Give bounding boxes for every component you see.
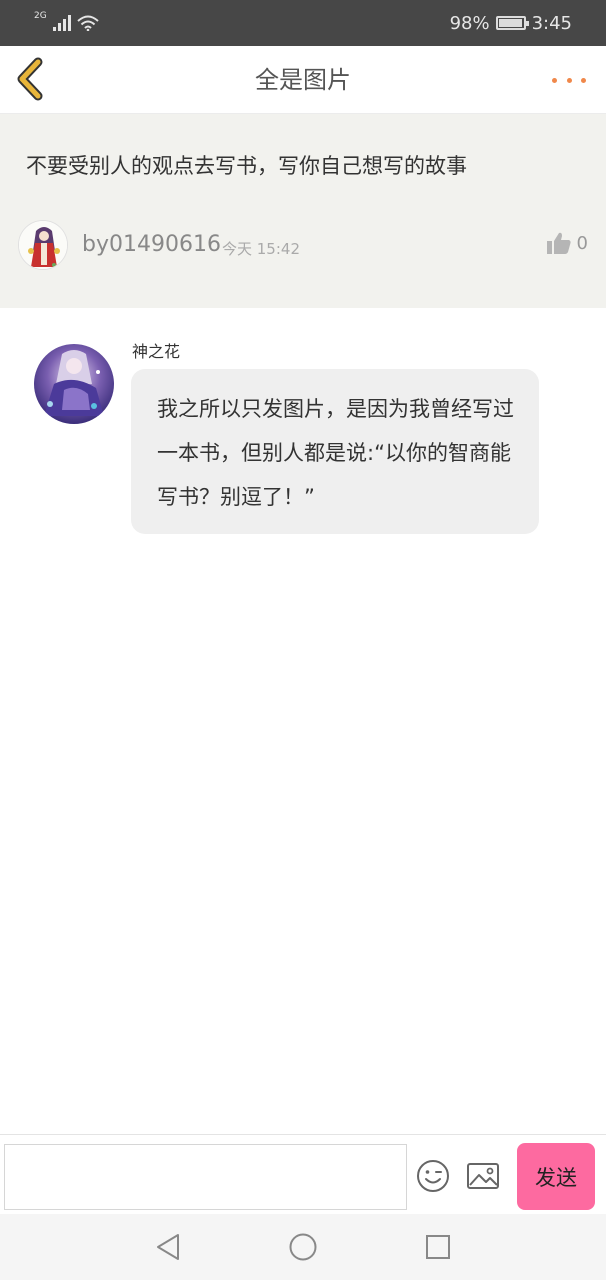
avatar-illustration bbox=[19, 221, 67, 269]
more-options-button[interactable] bbox=[552, 70, 586, 90]
battery-fill bbox=[498, 19, 523, 27]
message-input-bar: 发送 bbox=[0, 1134, 606, 1214]
network-type: 2G bbox=[34, 11, 47, 21]
more-dots-icon bbox=[566, 77, 572, 83]
wifi-icon bbox=[77, 15, 99, 31]
post-author-name[interactable]: by01490616 bbox=[82, 232, 221, 257]
nav-back-icon bbox=[157, 1234, 179, 1260]
battery-percent: 98% bbox=[449, 12, 490, 34]
page-title: 全是图片 bbox=[255, 66, 351, 94]
post-timestamp: 今天 15:42 bbox=[222, 240, 300, 258]
more-dots-icon bbox=[581, 77, 586, 83]
commenter-name[interactable]: 神之花 bbox=[132, 338, 180, 362]
like-count: 0 bbox=[576, 232, 588, 254]
system-nav-bar bbox=[0, 1214, 606, 1280]
thumbs-up-icon bbox=[546, 232, 571, 254]
status-bar: 2G 98% 3:45 bbox=[0, 0, 606, 46]
like-button[interactable]: 0 bbox=[546, 232, 588, 254]
status-right: 98% 3:45 bbox=[450, 10, 572, 36]
post-card: 不要受别人的观点去写书，写你自己想写的故事 by01490616 今天 15:4… bbox=[0, 114, 606, 308]
nav-back-button[interactable] bbox=[154, 1232, 184, 1262]
status-left: 2G bbox=[34, 10, 99, 36]
emoji-button[interactable] bbox=[416, 1159, 450, 1193]
comment-text: 我之所以只发图片，是因为我曾经写过一本书，但别人都是说:“以你的智商能写书？别逗… bbox=[157, 397, 514, 509]
image-button[interactable] bbox=[466, 1161, 500, 1191]
battery-icon bbox=[495, 16, 529, 30]
message-input[interactable] bbox=[4, 1144, 407, 1210]
more-dots-icon bbox=[552, 77, 557, 83]
smiley-icon bbox=[417, 1160, 449, 1192]
signal-icon bbox=[52, 15, 71, 31]
app-header: 全是图片 bbox=[0, 46, 606, 114]
post-author-avatar[interactable] bbox=[18, 220, 68, 270]
nav-recent-icon bbox=[426, 1235, 450, 1259]
status-time: 3:45 bbox=[531, 12, 572, 34]
nav-home-icon bbox=[289, 1233, 317, 1261]
comment-bubble: 我之所以只发图片，是因为我曾经写过一本书，但别人都是说:“以你的智商能写书？别逗… bbox=[131, 369, 539, 534]
post-text: 不要受别人的观点去写书，写你自己想写的故事 bbox=[26, 154, 467, 178]
image-icon bbox=[467, 1163, 499, 1189]
send-button[interactable]: 发送 bbox=[517, 1143, 595, 1210]
nav-recent-button[interactable] bbox=[424, 1233, 452, 1261]
commenter-avatar[interactable] bbox=[34, 344, 114, 424]
nav-home-button[interactable] bbox=[288, 1232, 318, 1262]
avatar-illustration bbox=[34, 344, 114, 424]
